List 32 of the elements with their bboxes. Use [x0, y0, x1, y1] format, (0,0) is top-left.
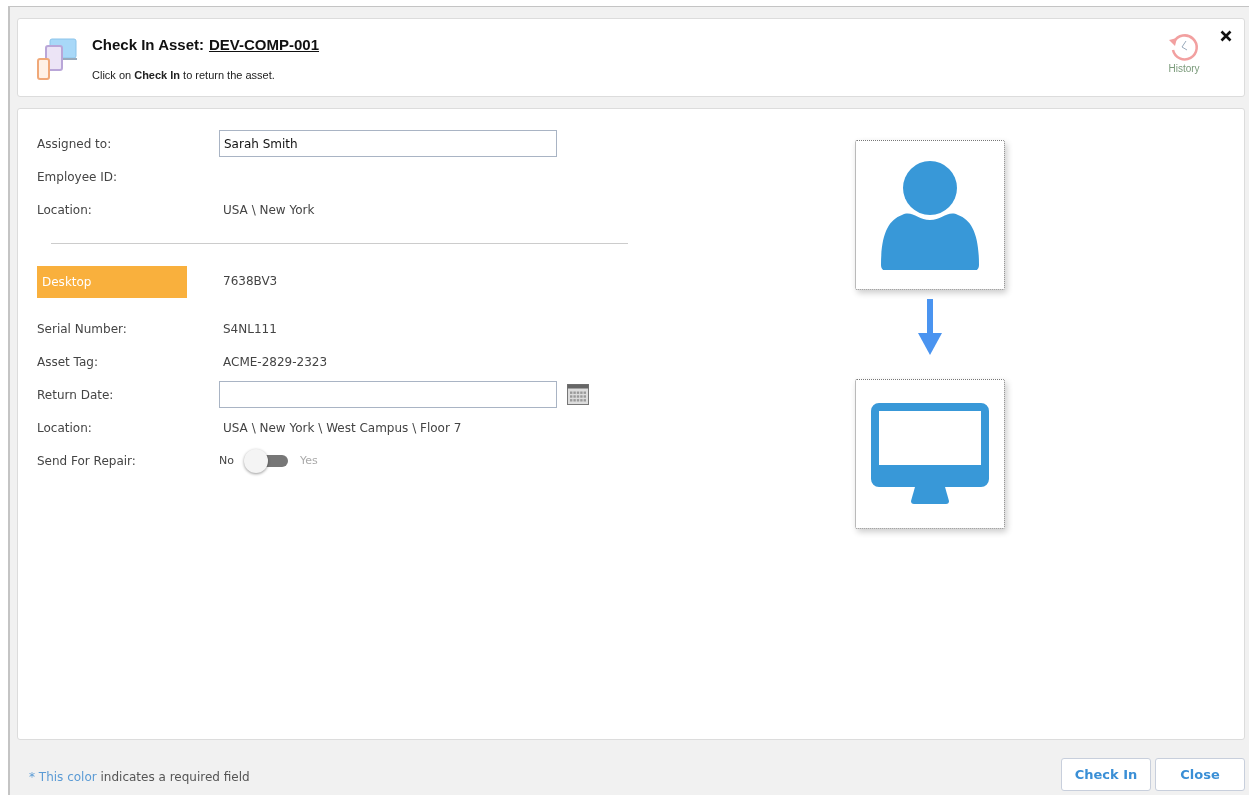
close-button[interactable]: Close	[1155, 758, 1245, 791]
down-arrow-icon	[917, 299, 942, 355]
date-field[interactable]	[219, 381, 557, 408]
user-icon	[879, 160, 980, 270]
field-label: Asset Tag:	[37, 354, 99, 369]
field-value: 7638BV3	[222, 273, 278, 288]
field-label: Send For Repair:	[37, 453, 137, 468]
field-value: USA \ New York \ West Campus \ Floor 7	[222, 420, 462, 435]
field-label: Location:	[37, 420, 93, 435]
monitor-icon	[870, 403, 989, 505]
field-value: ACME-2829-2323	[222, 354, 328, 369]
calendar-icon[interactable]	[567, 384, 589, 405]
field-label: Location:	[37, 202, 93, 217]
asset-type-badge: Desktop	[37, 266, 187, 298]
asset-id-link[interactable]: DEV-COMP-001	[209, 36, 320, 53]
close-icon[interactable]	[1220, 30, 1232, 42]
field-value: USA \ New York	[222, 202, 315, 217]
check-in-button[interactable]: Check In	[1061, 758, 1151, 791]
devices-icon	[36, 37, 80, 81]
repair-toggle[interactable]	[243, 448, 288, 473]
required-field-note: * This color indicates a required field	[29, 770, 250, 784]
instruction-text: Click on Check In to return the asset.	[92, 69, 276, 81]
dialog-title: Check In Asset:	[92, 36, 204, 53]
field-value: S4NL111	[222, 321, 277, 336]
toggle-on-label: Yes	[299, 454, 318, 467]
field-label: Assigned to:	[37, 136, 113, 151]
assigned-to-field[interactable]: Sarah Smith	[219, 130, 557, 157]
history-button[interactable]: History	[1168, 31, 1200, 74]
toggle-off-label: No	[219, 454, 234, 467]
field-label: Employee ID:	[37, 169, 119, 184]
field-label: Return Date:	[37, 387, 115, 402]
field-label: Serial Number:	[37, 321, 128, 336]
